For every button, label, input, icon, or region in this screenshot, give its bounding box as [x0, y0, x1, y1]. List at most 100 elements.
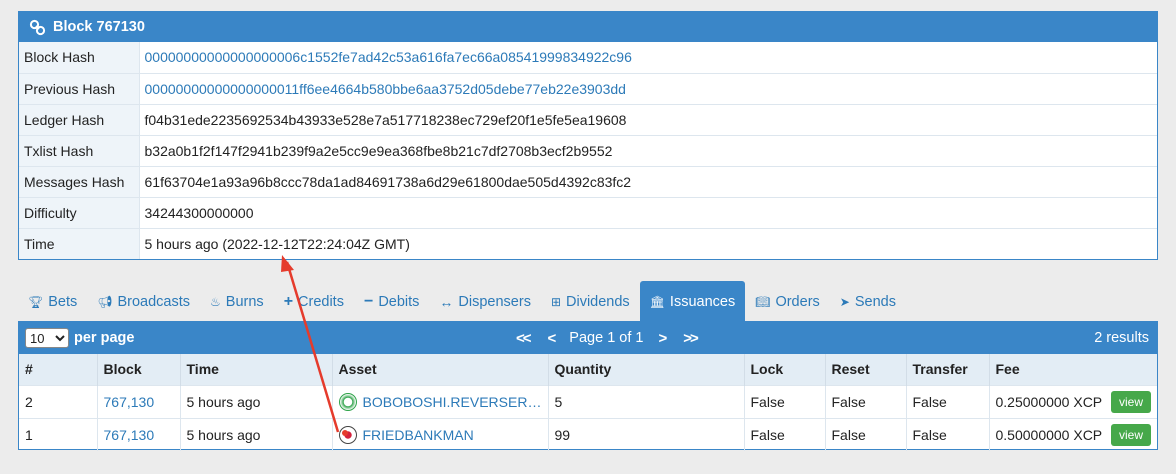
next-page-button[interactable]: > — [658, 330, 667, 347]
tab-label: Burns — [225, 293, 264, 310]
column-header[interactable]: Transfer — [906, 354, 990, 385]
row-quantity: 5 — [548, 384, 745, 418]
paper-plane-icon: ➤ — [839, 294, 850, 309]
block-row: Time 5 hours ago (2022-12-12T22:24:04Z G… — [19, 227, 1157, 259]
row-transfer: False — [906, 384, 990, 418]
tab-label: Bets — [48, 293, 78, 310]
issuances-toolbar: 10 per page << < Page 1 of 1 > >> 2 resu… — [19, 322, 1157, 354]
arrows-h-icon: ↔ — [439, 293, 454, 310]
page-indicator: Page 1 of 1 — [569, 330, 644, 346]
fee-cell: 0.50000000 XCP view — [995, 423, 1151, 446]
block-row: Previous Hash 00000000000000000011ff6ee4… — [19, 72, 1157, 104]
asset-icon — [338, 392, 357, 411]
book-icon: 📖︎ — [755, 294, 771, 309]
time-value: 5 hours ago (2022-12-12T22:24:04Z GMT) — [139, 227, 1157, 259]
block-hash-value: 00000000000000000006c1552fe7ad42c53a616f… — [139, 42, 1157, 73]
block-title: Block 767130 — [53, 19, 145, 35]
row-fee: 0.50000000 XCP view — [989, 417, 1157, 451]
link-icon — [29, 18, 47, 36]
block-panel: Block 767130 Block Hash 0000000000000000… — [18, 11, 1158, 260]
tab-debits[interactable]: − Debits — [354, 281, 429, 322]
asset-link[interactable]: FRIEDBANKMAN — [363, 427, 474, 443]
block-row: Block Hash 00000000000000000006c1552fe7a… — [19, 42, 1157, 73]
column-header[interactable]: Fee — [989, 354, 1157, 385]
row-block: 767,130 — [97, 417, 181, 451]
asset-icon — [338, 425, 357, 444]
block-link[interactable]: 767,130 — [104, 394, 155, 410]
pagination: << < Page 1 of 1 > >> — [507, 322, 706, 354]
tab-orders[interactable]: 📖︎ Orders — [745, 281, 830, 322]
row-lock: False — [744, 384, 826, 418]
row-time: 5 hours ago — [180, 417, 333, 451]
block-row: Messages Hash 61f63704e1a93a96b8ccc78da1… — [19, 165, 1157, 197]
row-reset: False — [825, 417, 907, 451]
row-time: 5 hours ago — [180, 384, 333, 418]
minus-icon: − — [363, 292, 374, 310]
asset-link[interactable]: BOBOBOSHI.REVERSERAINB — [363, 394, 542, 410]
ledger-hash-value: f04b31ede2235692534b43933e528e7a51771823… — [139, 103, 1157, 135]
results-count: 2 results — [1094, 330, 1149, 346]
fee-value: 0.25000000 XCP — [995, 393, 1103, 410]
view-button[interactable]: view — [1110, 390, 1151, 413]
column-header[interactable]: Block — [97, 354, 181, 385]
tab-bets[interactable]: 🏆︎ Bets — [18, 281, 87, 322]
view-button[interactable]: view — [1110, 423, 1151, 446]
issuances-table: # Block Time Asset Quantity Lock Reset T… — [19, 354, 1157, 451]
trophy-icon: 🏆︎ — [28, 294, 44, 309]
fee-value: 0.50000000 XCP — [995, 426, 1103, 443]
tab-sends[interactable]: ➤ Sends — [830, 281, 906, 322]
block-row: Ledger Hash f04b31ede2235692534b43933e52… — [19, 103, 1157, 135]
tab-broadcasts[interactable]: 📢︎ Broadcasts — [87, 281, 200, 322]
tab-credits[interactable]: + Credits — [274, 281, 354, 322]
column-header[interactable]: Quantity — [548, 354, 745, 385]
sitemap-icon: ⊞ — [550, 294, 562, 309]
row-block: 767,130 — [97, 384, 181, 418]
previous-hash-link[interactable]: 00000000000000000011ff6ee4664b580bbe6aa3… — [145, 81, 626, 97]
plus-icon: + — [283, 292, 294, 310]
table-row: 1 767,130 5 hours ago FRIEDBANKMAN 99 Fa… — [19, 417, 1157, 451]
last-page-button[interactable]: >> — [683, 330, 698, 347]
column-header[interactable]: Lock — [744, 354, 826, 385]
table-row: 2 767,130 5 hours ago BOBOBOSHI.REVERSER… — [19, 384, 1157, 418]
fee-cell: 0.25000000 XCP view — [995, 390, 1151, 413]
block-link[interactable]: 767,130 — [104, 427, 155, 443]
block-hash-label: Block Hash — [19, 42, 140, 73]
row-transfer: False — [906, 417, 990, 451]
time-label: Time — [19, 227, 140, 259]
fire-icon: ♨ — [210, 294, 221, 309]
tab-label: Issuances — [669, 293, 736, 310]
tab-label: Dispensers — [458, 293, 531, 310]
table-header-row: # Block Time Asset Quantity Lock Reset T… — [19, 354, 1157, 385]
per-page-label: per page — [74, 330, 135, 346]
tab-issuances[interactable]: 🏛︎ Issuances — [639, 281, 746, 322]
messages-hash-value: 61f63704e1a93a96b8ccc78da1ad84691738a6d2… — [139, 165, 1157, 197]
difficulty-value: 34244300000000 — [139, 196, 1157, 228]
prev-page-button[interactable]: < — [548, 330, 557, 347]
tab-label: Orders — [775, 293, 820, 310]
row-fee: 0.25000000 XCP view — [989, 384, 1157, 418]
block-hash-link[interactable]: 00000000000000000006c1552fe7ad42c53a616f… — [145, 49, 632, 65]
asset-cell: BOBOBOSHI.REVERSERAINB — [338, 392, 542, 411]
issuances-panel: 10 per page << < Page 1 of 1 > >> 2 resu… — [18, 321, 1158, 451]
ledger-hash-label: Ledger Hash — [19, 103, 140, 135]
tab-label: Sends — [854, 293, 896, 310]
first-page-button[interactable]: << — [516, 330, 531, 347]
txlist-hash-value: b32a0b1f2f147f2941b239f9a2e5cc9e9ea368fb… — [139, 134, 1157, 166]
per-page-select[interactable]: 10 — [25, 328, 69, 348]
tab-dividends[interactable]: ⊞ Dividends — [541, 281, 640, 322]
tab-burns[interactable]: ♨ Burns — [200, 281, 274, 322]
previous-hash-value: 00000000000000000011ff6ee4664b580bbe6aa3… — [139, 72, 1157, 104]
tab-dispensers[interactable]: ↔ Dispensers — [429, 281, 541, 322]
block-row: Difficulty 34244300000000 — [19, 196, 1157, 228]
difficulty-label: Difficulty — [19, 196, 140, 228]
column-header[interactable]: # — [19, 354, 98, 385]
tab-bar: 🏆︎ Bets 📢︎ Broadcasts ♨ Burns + Credits − Deb… — [18, 281, 906, 322]
tab-label: Dividends — [566, 293, 630, 310]
messages-hash-label: Messages Hash — [19, 165, 140, 197]
column-header[interactable]: Time — [180, 354, 333, 385]
column-header[interactable]: Asset — [332, 354, 549, 385]
bullhorn-icon: 📢︎ — [97, 294, 113, 309]
row-number: 1 — [19, 417, 98, 451]
row-asset: FRIEDBANKMAN — [332, 417, 549, 451]
column-header[interactable]: Reset — [825, 354, 907, 385]
